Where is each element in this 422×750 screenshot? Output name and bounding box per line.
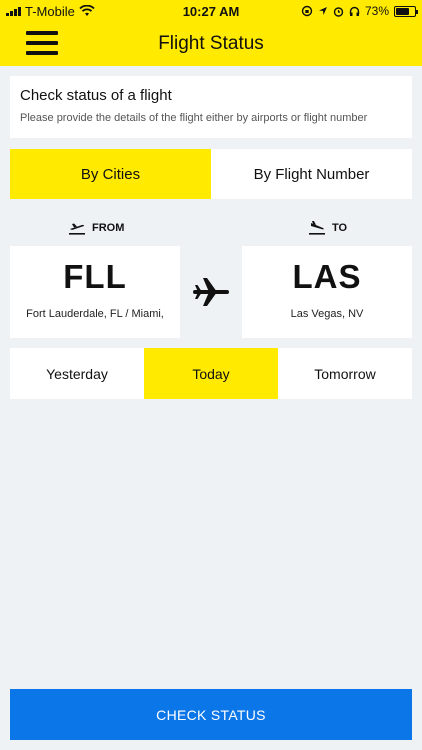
- battery-icon: [394, 5, 418, 17]
- wifi-icon: [79, 5, 95, 16]
- from-label-text: FROM: [92, 222, 125, 234]
- day-selector: Yesterday Today Tomorrow: [10, 348, 412, 399]
- battery-percent: 73%: [364, 4, 389, 18]
- search-mode-tabs: By Cities By Flight Number: [10, 149, 412, 199]
- nav-bar: Flight Status: [0, 22, 422, 66]
- origin-code: FLL: [63, 258, 127, 295]
- to-label: TO: [308, 220, 347, 236]
- destination-city: Las Vegas, NV: [290, 308, 364, 320]
- destination-airport-card[interactable]: LAS Las Vegas, NV: [242, 246, 412, 338]
- check-status-button[interactable]: CHECK STATUS: [10, 689, 412, 740]
- status-bar: T-Mobile 10:27 AM 73%: [0, 0, 422, 22]
- origin-city: Fort Lauderdale, FL / Miami,: [26, 308, 164, 320]
- info-title: Check status of a flight: [20, 87, 172, 104]
- clock: 10:27 AM: [182, 3, 240, 19]
- day-today[interactable]: Today: [144, 348, 278, 399]
- status-right: 73%: [276, 4, 418, 18]
- rotation-lock-icon: [301, 5, 313, 17]
- signal-icon: [6, 6, 21, 16]
- hamburger-menu-icon[interactable]: [26, 31, 58, 57]
- airplane-icon: [193, 278, 229, 306]
- info-card: Check status of a flight Please provide …: [10, 76, 412, 138]
- arrival-icon: [309, 221, 325, 235]
- origin-airport-card[interactable]: FLL Fort Lauderdale, FL / Miami,: [10, 246, 180, 338]
- day-tomorrow[interactable]: Tomorrow: [278, 348, 412, 399]
- destination-code: LAS: [292, 258, 362, 295]
- alarm-icon: [333, 6, 344, 17]
- page-title: Flight Status: [158, 33, 264, 54]
- tab-by-cities[interactable]: By Cities: [10, 149, 211, 199]
- info-subtitle: Please provide the details of the flight…: [20, 112, 368, 124]
- to-label-text: TO: [332, 222, 348, 234]
- from-label: FROM: [68, 220, 124, 236]
- status-left: T-Mobile: [6, 4, 146, 19]
- day-yesterday[interactable]: Yesterday: [10, 348, 144, 399]
- location-icon: [318, 7, 327, 15]
- headphones-icon: [349, 6, 360, 16]
- carrier-label: T-Mobile: [25, 3, 75, 19]
- tab-by-flight-number[interactable]: By Flight Number: [211, 149, 412, 199]
- departure-icon: [69, 223, 85, 235]
